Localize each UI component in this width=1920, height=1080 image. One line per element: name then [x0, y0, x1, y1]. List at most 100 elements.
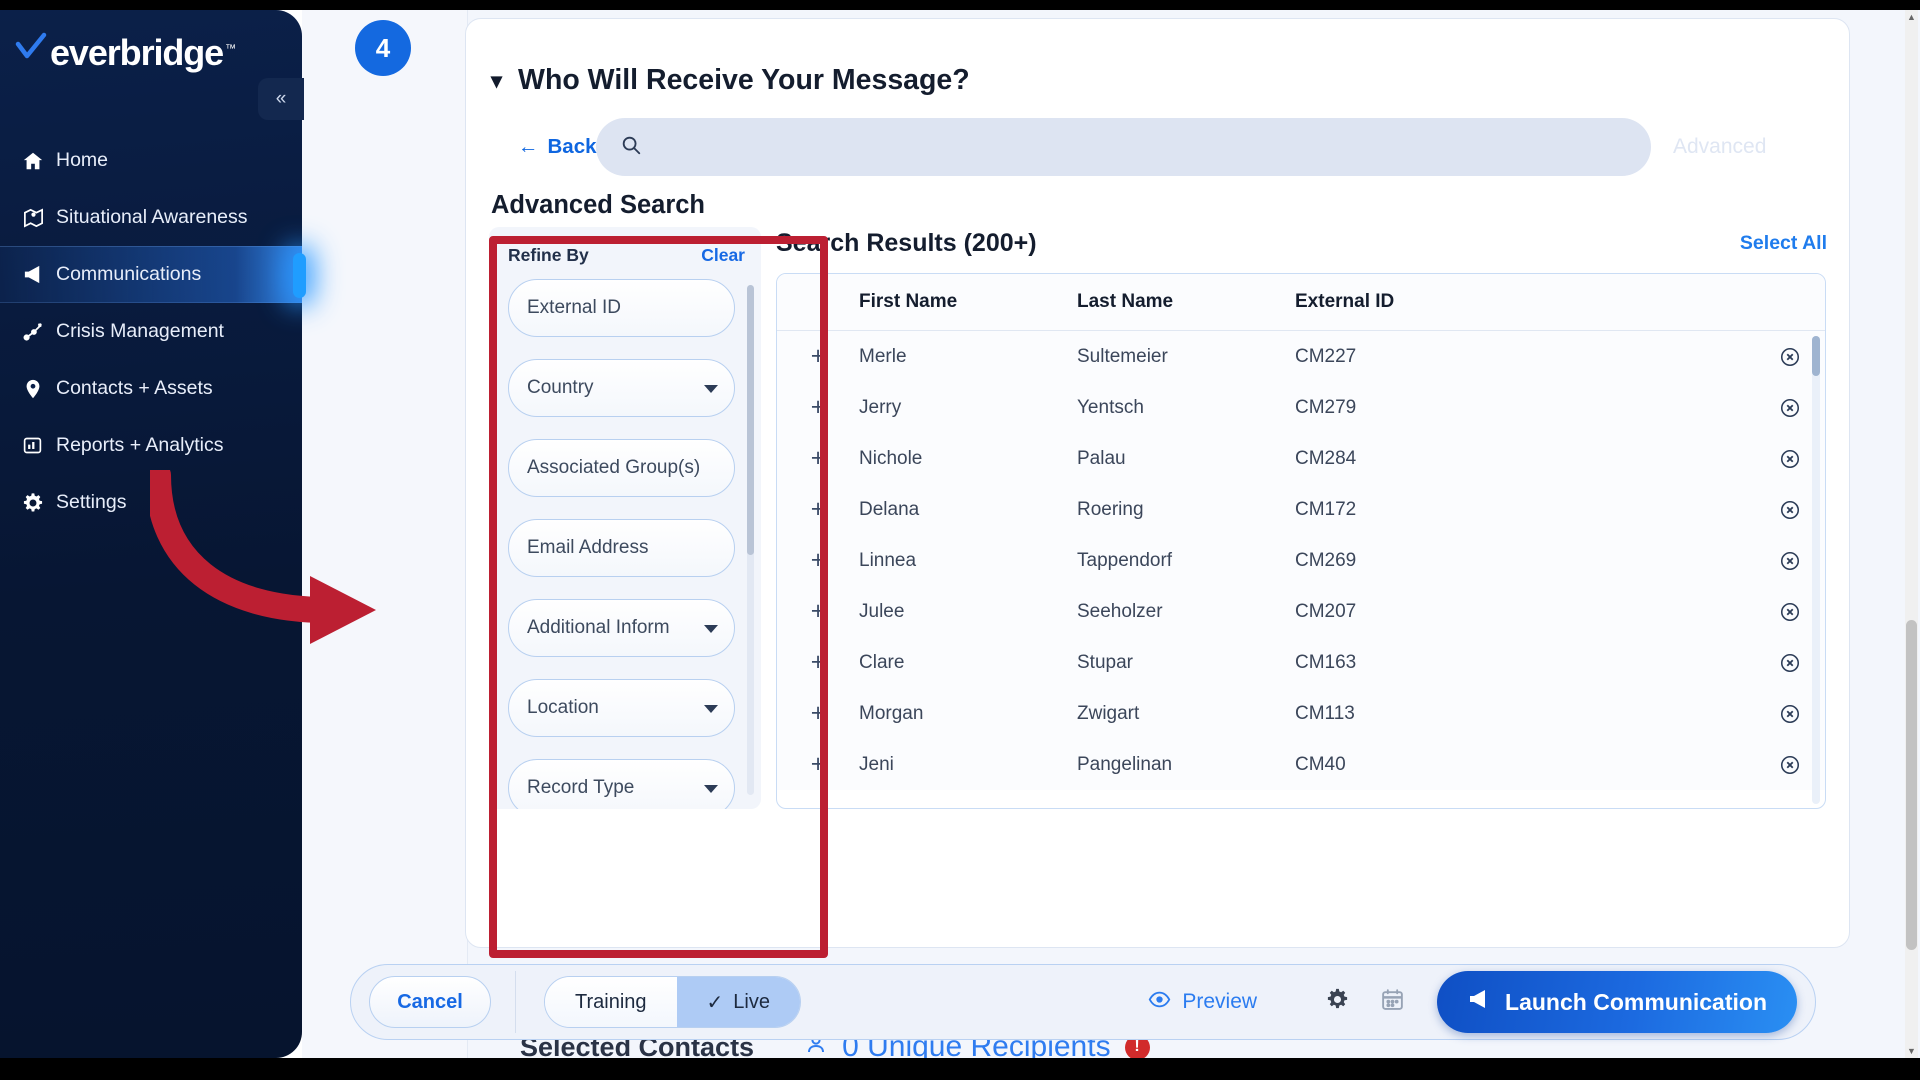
table-row[interactable]: + Morgan Zwigart CM113: [777, 688, 1825, 739]
sidebar-item-home[interactable]: Home: [0, 132, 302, 189]
launch-communication-button[interactable]: Launch Communication: [1437, 971, 1797, 1033]
refine-field-label: Location: [527, 697, 599, 718]
cancel-label: Cancel: [397, 990, 463, 1013]
plus-icon[interactable]: +: [777, 395, 859, 420]
gear-icon: [22, 492, 56, 514]
cell-first-name: Jerry: [859, 396, 902, 418]
sidebar-item-label: Situational Awareness: [56, 206, 248, 228]
mode-option-live[interactable]: ✓ Live: [676, 977, 800, 1027]
sidebar-item-contacts-assets[interactable]: Contacts + Assets: [0, 360, 302, 417]
mode-option-training[interactable]: Training: [545, 977, 677, 1027]
refine-field-additional-information[interactable]: Additional Inform: [508, 599, 735, 657]
refine-field-location[interactable]: Location: [508, 679, 735, 737]
search-bar[interactable]: [596, 118, 1651, 176]
results-scrollbar[interactable]: [1812, 336, 1820, 804]
schedule-button[interactable]: [1380, 987, 1405, 1017]
cell-external-id: CM113: [1295, 702, 1355, 724]
cancel-button[interactable]: Cancel: [369, 976, 491, 1028]
advanced-search-heading: Advanced Search: [491, 191, 706, 219]
section-header[interactable]: ▾ Who Will Receive Your Message?: [491, 64, 970, 97]
table-row[interactable]: + Jerry Yentsch CM279: [777, 382, 1825, 433]
refine-field-record-type[interactable]: Record Type: [508, 759, 735, 809]
cell-first-name: Clare: [859, 651, 905, 673]
chevron-down-icon[interactable]: ▾: [491, 69, 502, 92]
everbridge-mark-icon: [14, 32, 48, 71]
refine-field-external-id[interactable]: External ID: [508, 279, 735, 337]
mode-label: Training: [575, 990, 647, 1013]
refine-field-country[interactable]: Country: [508, 359, 735, 417]
table-row[interactable]: + Clare Stupar CM163: [777, 637, 1825, 688]
page-scrollbar-thumb[interactable]: [1906, 620, 1917, 950]
refine-field-label: Email Address: [527, 537, 649, 558]
table-row[interactable]: + Jeni Pangelinan CM40: [777, 739, 1825, 790]
table-row[interactable]: + Linnea Tappendorf CM269: [777, 535, 1825, 586]
table-header-row: First Name Last Name External ID: [777, 274, 1825, 331]
plus-icon[interactable]: +: [777, 497, 859, 522]
advanced-search-toggle[interactable]: Advanced: [1673, 118, 1766, 176]
location-pin-icon: [22, 378, 56, 400]
refine-by-label: Refine By: [508, 245, 589, 265]
sidebar-item-label: Reports + Analytics: [56, 434, 224, 456]
refine-field-label: Associated Group(s): [527, 457, 700, 478]
step-number-badge: 4: [355, 20, 411, 76]
refine-field-email-address[interactable]: Email Address: [508, 519, 735, 577]
scroll-down-arrow-icon[interactable]: ▼: [1905, 1044, 1918, 1058]
refine-field-label: External ID: [527, 297, 621, 318]
sidebar-item-label: Crisis Management: [56, 320, 224, 342]
cell-first-name: Linnea: [859, 549, 917, 571]
calendar-icon: [1380, 989, 1405, 1016]
screen-letterbox-bottom: [0, 1058, 1920, 1080]
plus-icon[interactable]: +: [777, 752, 859, 777]
refine-by-panel: Refine By Clear External ID Country Asso…: [489, 227, 761, 809]
sidebar-item-settings[interactable]: Settings: [0, 474, 302, 531]
search-input[interactable]: [656, 136, 1627, 158]
page-title: Who Will Receive Your Message?: [518, 64, 970, 96]
table-row[interactable]: + Julee Seeholzer CM207: [777, 586, 1825, 637]
table-row[interactable]: + Merle Sultemeier CM227: [777, 331, 1825, 382]
cell-external-id: CM207: [1295, 600, 1357, 622]
plus-icon[interactable]: +: [777, 599, 859, 624]
plus-icon[interactable]: +: [777, 650, 859, 675]
plus-icon[interactable]: +: [777, 701, 859, 726]
cell-first-name: Nichole: [859, 447, 923, 469]
launch-label: Launch Communication: [1505, 988, 1767, 1015]
sidebar-item-label: Contacts + Assets: [56, 377, 213, 399]
plus-icon[interactable]: +: [777, 548, 859, 573]
sidebar-nav: Home Situational Awareness Communication…: [0, 132, 306, 531]
clear-filters-button[interactable]: Clear: [701, 245, 745, 266]
sidebar-item-reports-analytics[interactable]: Reports + Analytics: [0, 417, 302, 474]
select-all-button[interactable]: Select All: [1740, 232, 1827, 255]
arrow-left-icon: ←: [518, 135, 539, 158]
cell-external-id: CM40: [1295, 753, 1346, 775]
everbridge-wordmark: everbridge: [50, 32, 224, 73]
refine-panel-scrollbar[interactable]: [747, 285, 754, 795]
plus-icon[interactable]: +: [777, 344, 859, 369]
table-row[interactable]: + Delana Roering CM172: [777, 484, 1825, 535]
sidebar-item-label: Home: [56, 149, 109, 171]
sidebar-item-crisis-management[interactable]: Crisis Management: [0, 303, 302, 360]
cell-last-name: Yentsch: [1077, 396, 1144, 418]
back-button[interactable]: ← Back: [518, 135, 597, 159]
table-row[interactable]: + Nichole Palau CM284: [777, 433, 1825, 484]
chevron-down-icon: [704, 625, 718, 633]
page-scrollbar[interactable]: ▲ ▼: [1905, 10, 1918, 1058]
bar-chart-icon: [22, 435, 56, 456]
plus-icon[interactable]: +: [777, 446, 859, 471]
column-header-first-name: First Name: [859, 291, 958, 312]
everbridge-logo: everbridge ™: [14, 32, 236, 71]
sidebar-item-situational-awareness[interactable]: Situational Awareness: [0, 189, 302, 246]
mode-label: Live: [733, 990, 770, 1013]
sidebar-collapse-button[interactable]: «: [258, 78, 304, 120]
preview-button[interactable]: Preview: [1148, 988, 1257, 1017]
cell-first-name: Delana: [859, 498, 920, 520]
sidebar-item-communications[interactable]: Communications: [0, 246, 306, 303]
column-header-last-name: Last Name: [1077, 291, 1174, 312]
home-icon: [22, 150, 56, 172]
recipients-card: ▾ Who Will Receive Your Message? ← Back …: [465, 18, 1850, 948]
settings-button[interactable]: [1325, 987, 1350, 1017]
scroll-up-arrow-icon[interactable]: ▲: [1905, 10, 1918, 24]
cell-external-id: CM172: [1295, 498, 1357, 520]
chevron-double-left-icon: «: [275, 88, 287, 109]
refine-field-associated-groups[interactable]: Associated Group(s): [508, 439, 735, 497]
cell-first-name: Jeni: [859, 753, 894, 775]
